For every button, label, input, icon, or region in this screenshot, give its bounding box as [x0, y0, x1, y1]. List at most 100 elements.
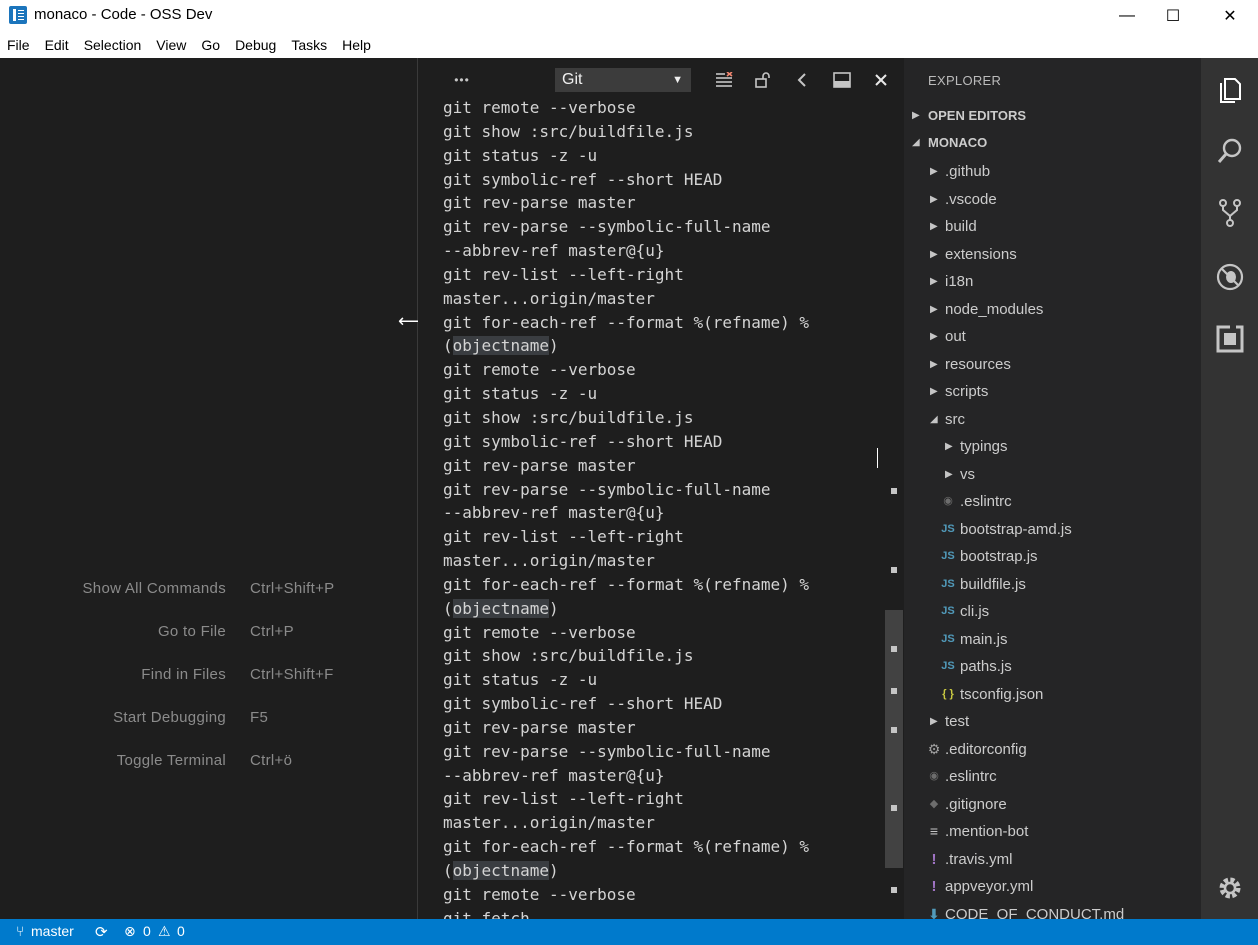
menu-edit[interactable]: Edit [45, 37, 69, 53]
empty-editor-area[interactable]: Show All Commands Ctrl+Shift+P Go to Fil… [0, 58, 418, 919]
settings-gear-icon[interactable] [1215, 873, 1245, 903]
file-main-js[interactable]: JS main.js [904, 626, 1201, 653]
output-line: master...origin/master [443, 813, 655, 833]
menu-debug[interactable]: Debug [235, 37, 276, 53]
tree-item-label: resources [945, 355, 1011, 373]
explorer-icon[interactable] [1215, 74, 1245, 104]
file-editorconfig[interactable]: ⚙ .editorconfig [904, 736, 1201, 763]
extensions-icon[interactable] [1215, 324, 1245, 354]
warning-icon: ⚠ [158, 923, 171, 939]
branch-name[interactable]: master [31, 923, 74, 939]
file-paths-js[interactable]: JS paths.js [904, 653, 1201, 680]
yaml-file-icon: ! [931, 850, 937, 868]
search-icon[interactable] [1215, 136, 1245, 166]
file-bootstrap-js[interactable]: JS bootstrap.js [904, 543, 1201, 570]
title-bar: monaco - Code - OSS Dev — ☐ ✕ [0, 0, 1258, 32]
text-file-icon: ≡ [929, 823, 939, 839]
file-eslintrc[interactable]: ◉ .eslintrc [904, 488, 1201, 515]
js-file-icon: JS [941, 577, 955, 590]
app-icon [9, 6, 27, 24]
output-line: git rev-parse master [443, 193, 636, 213]
folder-test[interactable]: ▶ test [904, 708, 1201, 735]
open-editors-section[interactable]: ▶ OPEN EDITORS [904, 102, 1201, 129]
lock-scroll-icon[interactable] [751, 68, 775, 92]
minimize-button[interactable]: — [1104, 0, 1150, 32]
shortcut-show-all-commands: Show All Commands Ctrl+Shift+P [0, 580, 418, 600]
close-panel-icon[interactable] [869, 68, 893, 92]
folder-vscode[interactable]: ▶ .vscode [904, 186, 1201, 213]
status-bar: ⑂ master ⟳ ⊗ 0 ⚠ 0 [0, 919, 1258, 945]
folder-typings[interactable]: ▶ typings [904, 433, 1201, 460]
menu-tasks[interactable]: Tasks [291, 37, 327, 53]
output-line: git status -z -u [443, 670, 598, 690]
warning-count[interactable]: 0 [177, 923, 185, 939]
source-control-icon[interactable] [1215, 198, 1245, 228]
tree-item-label: .github [945, 163, 991, 180]
expand-arrow-icon: ▶ [930, 386, 938, 397]
output-line: git rev-list --left-right [443, 527, 684, 547]
menu-selection[interactable]: Selection [84, 37, 142, 53]
expand-arrow-icon: ▶ [945, 468, 953, 480]
close-window-button[interactable]: ✕ [1207, 0, 1253, 32]
sync-icon[interactable]: ⟳ [95, 923, 108, 941]
file-tsconfig-json[interactable]: { } tsconfig.json [904, 681, 1201, 708]
tree-item-label: bootstrap.js [960, 548, 1038, 565]
error-count[interactable]: 0 [143, 923, 151, 939]
workspace-section[interactable]: ◢ MONACO [904, 129, 1201, 156]
debug-icon[interactable] [1215, 262, 1245, 292]
file-gitignore[interactable]: ◆ .gitignore [904, 791, 1201, 818]
output-line: git fetch [443, 908, 530, 919]
tree-item-label: bootstrap-amd.js [960, 520, 1072, 538]
output-line: git remote --verbose [443, 360, 636, 380]
maximize-button[interactable]: ☐ [1150, 0, 1196, 32]
js-file-icon: JS [941, 605, 955, 617]
scroll-marker [891, 805, 897, 811]
folder-scripts[interactable]: ▶ scripts [904, 378, 1201, 405]
output-line: git remote --verbose [443, 98, 636, 117]
folder-github[interactable]: ▶ .github [904, 158, 1201, 185]
clear-output-icon[interactable] [712, 68, 736, 92]
tree-item-label: .editorconfig [945, 740, 1027, 758]
output-channel-select[interactable]: Git ▼ [555, 68, 691, 92]
tree-item-label: appveyor.yml [945, 878, 1034, 895]
file-bootstrap-amd-js[interactable]: JS bootstrap-amd.js [904, 516, 1201, 543]
folder-node-modules[interactable]: ▶ node_modules [904, 296, 1201, 323]
menu-view[interactable]: View [156, 37, 186, 53]
menu-file[interactable]: File [7, 37, 30, 53]
file-travis-yml[interactable]: ! .travis.yml [904, 846, 1201, 873]
file-buildfile-js[interactable]: JS buildfile.js [904, 571, 1201, 598]
output-scrollbar[interactable] [885, 102, 903, 919]
file-cli-js[interactable]: JS cli.js [904, 598, 1201, 625]
folder-vs[interactable]: ▶ vs [904, 461, 1201, 488]
more-actions-icon[interactable]: ••• [450, 68, 474, 92]
output-log[interactable]: git remote --verbose git show :src/buildf… [443, 96, 883, 919]
folder-i18n[interactable]: ▶ i18n [904, 268, 1201, 295]
tree-item-label: src [945, 410, 965, 428]
output-panel[interactable]: ••• Git ▼ git remote --verbose git show :… [418, 58, 904, 919]
file-eslintrc[interactable]: ◉ .eslintrc [904, 763, 1201, 790]
expand-arrow-icon: ▶ [930, 193, 938, 205]
output-line: --abbrev-ref master@{u} [443, 241, 665, 261]
file-mention-bot[interactable]: ≡ .mention-bot [904, 818, 1201, 845]
output-line: (objectname) [443, 598, 559, 618]
tree-item-label: .mention-bot [945, 823, 1029, 840]
folder-resources[interactable]: ▶ resources [904, 351, 1201, 378]
tree-item-label: .gitignore [945, 795, 1007, 813]
expand-arrow-icon: ▶ [930, 248, 938, 260]
folder-src[interactable]: ◢ src [904, 406, 1201, 433]
toggle-panel-position-icon[interactable] [830, 68, 854, 92]
tree-item-label: scripts [945, 383, 989, 400]
folder-build[interactable]: ▶ build [904, 213, 1201, 240]
chevron-left-icon[interactable] [790, 68, 814, 92]
file-appveyor-yml[interactable]: ! appveyor.yml [904, 873, 1201, 900]
output-line: git symbolic-ref --short HEAD [443, 431, 723, 451]
tree-item-label: main.js [960, 630, 1008, 648]
tree-item-label: paths.js [960, 658, 1012, 675]
menu-help[interactable]: Help [342, 37, 371, 53]
menu-go[interactable]: Go [201, 37, 220, 53]
output-line: git show :src/buildfile.js [443, 407, 694, 427]
output-line: git rev-parse --symbolic-full-name [443, 217, 771, 237]
tree-item-label: test [945, 713, 970, 730]
folder-extensions[interactable]: ▶ extensions [904, 241, 1201, 268]
folder-out[interactable]: ▶ out [904, 323, 1201, 350]
